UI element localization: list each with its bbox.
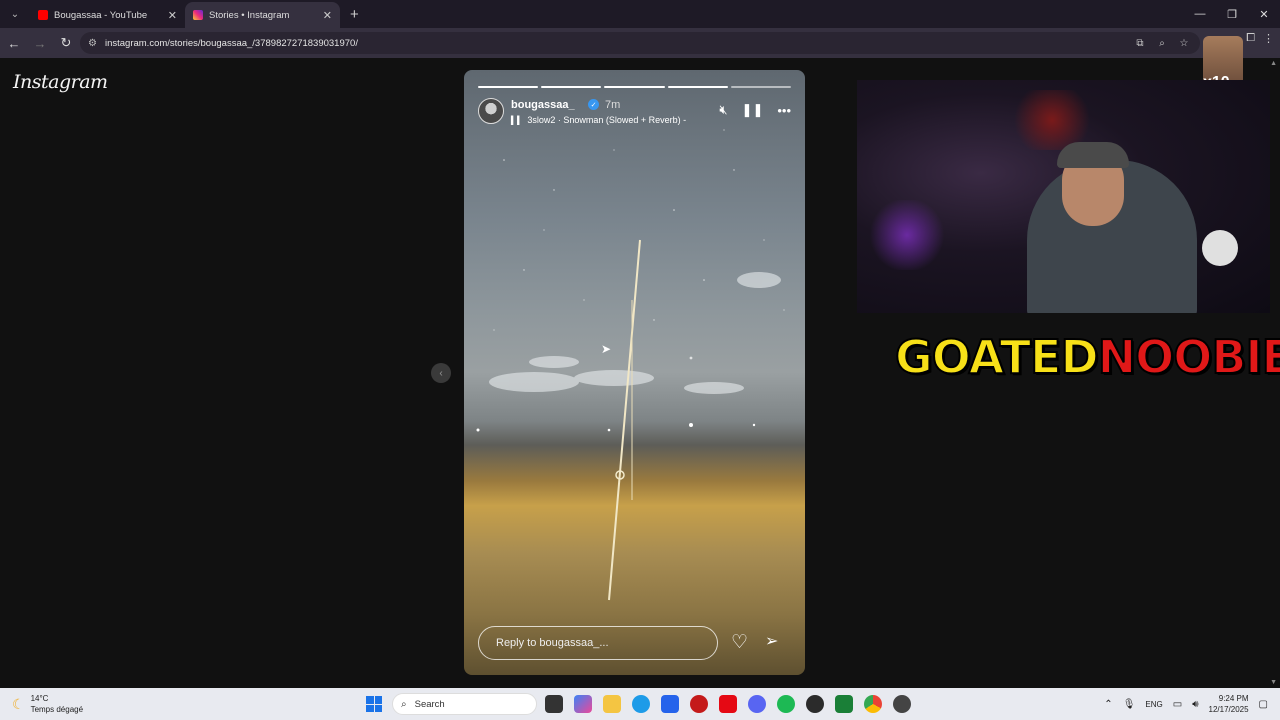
story-username[interactable]: bougassaa_ (511, 99, 575, 111)
search-icon: ⌕ (401, 698, 407, 710)
chrome-icon[interactable] (864, 695, 882, 713)
microphone-icon[interactable]: 🎙︎ (1123, 699, 1136, 710)
forward-button[interactable]: → (28, 31, 52, 55)
brand-part2: NOOBIE (1097, 329, 1280, 385)
story-image (476, 129, 785, 601)
weather-widget[interactable]: ☾ 14°C Temps dégagé (12, 693, 83, 715)
channel-logo: GOATEDNOOBIE (894, 329, 1280, 385)
app-dark-icon[interactable] (893, 695, 911, 713)
scroll-up-icon[interactable]: ▲ (1270, 60, 1277, 67)
search-placeholder: Search (414, 698, 445, 710)
tab-title: Bougassaa - YouTube (54, 9, 148, 21)
progress-segment (730, 86, 792, 88)
more-options-icon[interactable]: ••• (777, 103, 791, 118)
instagram-logo[interactable]: Instagram (13, 71, 108, 93)
minimize-button[interactable]: — (1184, 0, 1216, 28)
instagram-favicon-icon (193, 10, 203, 20)
reload-button[interactable]: ↻ (54, 31, 78, 55)
avatar[interactable] (478, 98, 504, 124)
task-view-icon[interactable] (545, 695, 563, 713)
copilot-icon[interactable] (574, 695, 592, 713)
tab-title: Stories • Instagram (209, 9, 290, 21)
progress-segment (541, 86, 602, 88)
tab-youtube[interactable]: Bougassaa - YouTube ✕ (30, 2, 185, 28)
progress-segment (478, 86, 539, 88)
music-title: 3slow2 · Snowman (Slowed + Reverb) - (527, 115, 687, 125)
store-icon[interactable] (661, 695, 679, 713)
file-explorer-icon[interactable] (603, 695, 621, 713)
bookmark-star-icon[interactable]: ☆ (1176, 35, 1192, 51)
webcam-overlay (857, 80, 1270, 313)
netflix-icon[interactable] (719, 695, 737, 713)
taskbar-search[interactable]: ⌕ Search (392, 693, 537, 715)
story-header: bougassaa_ ✓ 7m ▍▍ 3slow2 · Snowman (Slow… (478, 98, 791, 126)
windows-taskbar: ☾ 14°C Temps dégagé ⌕ Search ⌃ 🎙︎ ENG ▭ … (0, 688, 1280, 720)
mouse-cursor-icon: ➤ (601, 342, 612, 356)
network-icon[interactable]: ▭ (1173, 699, 1182, 710)
reply-input[interactable]: Reply to bougassaa_... (478, 626, 718, 660)
spotify-icon[interactable] (777, 695, 795, 713)
temperature: 14°C (30, 694, 49, 703)
tab-strip: ⌄ Bougassaa - YouTube ✕ Stories • Instag… (0, 0, 1280, 28)
scroll-down-icon[interactable]: ▼ (1270, 679, 1277, 686)
language-indicator[interactable]: ENG (1145, 700, 1162, 709)
clock[interactable]: 9:24 PM 12/17/2025 (1209, 693, 1249, 715)
audio-bars-icon: ▍▍ (511, 116, 524, 125)
tab-close-icon[interactable]: ✕ (323, 9, 332, 22)
weather-condition: Temps dégagé (30, 705, 84, 714)
verified-badge-icon: ✓ (588, 99, 599, 110)
send-direct-icon[interactable]: ➢ (765, 631, 778, 651)
browser-toolbar: ← → ↻ ⚙ instagram.com/stories/bougassaa_… (0, 28, 1280, 58)
pause-icon[interactable]: ❚❚ (742, 102, 764, 118)
discord-icon[interactable] (748, 695, 766, 713)
site-info-icon[interactable]: ⚙ (88, 38, 97, 49)
story-music[interactable]: ▍▍ 3slow2 · Snowman (Slowed + Reverb) - (511, 115, 686, 125)
tab-close-icon[interactable]: ✕ (168, 9, 177, 22)
chevron-up-icon[interactable]: ⌃ (1104, 699, 1112, 710)
streamer-cap (1057, 142, 1129, 168)
window-controls: — ❐ ✕ (1184, 0, 1280, 28)
extensions-icon[interactable]: ⧠ (1246, 32, 1255, 45)
previous-story-button[interactable]: ‹ (431, 363, 451, 383)
mute-icon[interactable]: 🔇︎ (719, 102, 727, 118)
edge-icon[interactable] (632, 695, 650, 713)
moon-icon: ☾ (12, 695, 25, 712)
progress-segment (667, 86, 728, 88)
volume-icon[interactable]: 🔊︎ (1192, 699, 1198, 710)
progress-segment (604, 86, 665, 88)
zoom-icon[interactable]: ⌕ (1154, 35, 1170, 51)
obs-icon[interactable] (806, 695, 824, 713)
story-time: 7m (605, 99, 621, 111)
system-tray: ⌃ 🎙︎ ENG ▭ 🔊︎ 9:24 PM 12/17/2025 ▢ (1104, 688, 1280, 720)
youtube-favicon-icon (38, 10, 48, 20)
clock-date: 12/17/2025 (1208, 705, 1249, 714)
app-red-icon[interactable] (690, 695, 708, 713)
address-bar[interactable]: ⚙ instagram.com/stories/bougassaa_/37898… (80, 32, 1200, 54)
background-light (867, 200, 947, 270)
close-window-button[interactable]: ✕ (1248, 0, 1280, 28)
clock-time: 9:24 PM (1218, 694, 1249, 703)
url-text: instagram.com/stories/bougassaa_/3789827… (104, 37, 358, 49)
terminal-icon[interactable] (835, 695, 853, 713)
tab-instagram[interactable]: Stories • Instagram ✕ (185, 2, 340, 28)
restore-button[interactable]: ❐ (1216, 0, 1248, 28)
story-frame[interactable]: bougassaa_ ✓ 7m ▍▍ 3slow2 · Snowman (Slow… (464, 70, 805, 675)
brand-part1: GOATED (894, 329, 1100, 385)
story-progress-bar (478, 86, 792, 88)
like-heart-icon[interactable]: ♡ (731, 631, 748, 654)
microphone-icon (1202, 230, 1238, 266)
back-button[interactable]: ← (2, 31, 26, 55)
tab-search-button[interactable]: ⌄ (4, 3, 26, 25)
install-app-icon[interactable]: ⧉ (1132, 35, 1148, 51)
notification-icon[interactable]: ▢ (1259, 699, 1268, 710)
pinned-apps (545, 695, 911, 713)
background-light (1007, 90, 1097, 150)
menu-kebab-icon[interactable]: ⋮ (1263, 32, 1274, 45)
new-tab-button[interactable]: + (350, 6, 359, 23)
windows-start-icon[interactable] (366, 696, 382, 712)
